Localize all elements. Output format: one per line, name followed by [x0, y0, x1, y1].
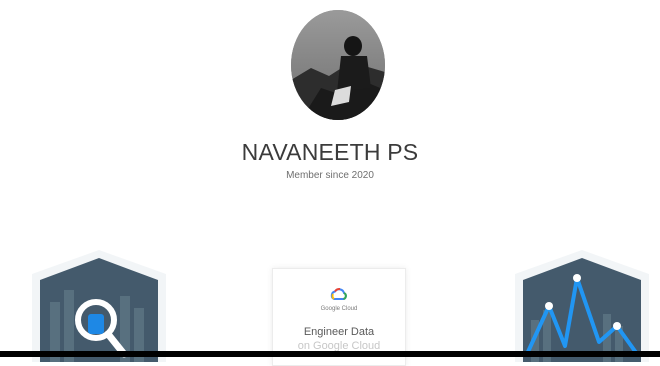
badge-analytics[interactable]: [507, 250, 657, 362]
badge-data-search[interactable]: [24, 250, 174, 362]
avatar[interactable]: [291, 10, 385, 120]
profile-name: NAVANEETH PS: [241, 139, 419, 165]
bottom-divider: [0, 351, 660, 357]
google-cloud-logo-icon: [330, 287, 347, 300]
cert-title: Engineer Data on Google Cloud: [273, 325, 405, 353]
avatar-photo-icon: [291, 10, 385, 120]
cert-brand-label: Google Cloud: [320, 306, 358, 312]
cert-title-line1: Engineer Data: [303, 326, 375, 338]
analytics-peaks-badge-icon: [515, 250, 649, 362]
profile-header: NAVANEETH PS Member since 2020: [0, 0, 660, 190]
data-search-badge-icon: [32, 250, 166, 362]
member-since: Member since 2020: [286, 170, 374, 181]
